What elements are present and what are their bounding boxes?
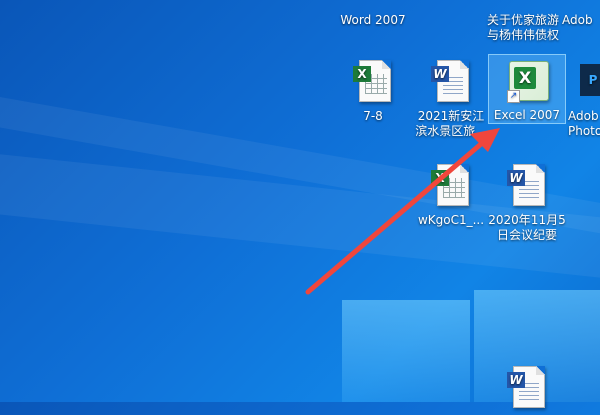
word-doc-icon: W xyxy=(503,364,551,412)
photoshop-app-icon: P xyxy=(576,58,600,106)
desktop-icon-xinanjiang-doc[interactable]: W 2021新安江滨水景区旅... xyxy=(412,56,490,139)
desktop-icon-youjia-doc[interactable]: 关于优家旅游与杨伟伟债权 xyxy=(484,0,562,43)
desktop-icon-photoshop[interactable]: P Adob Photo xyxy=(568,56,600,139)
word-doc-icon: W xyxy=(503,162,551,210)
desktop-icon-meeting-doc[interactable]: W 2020年11月5日会议纪要 xyxy=(488,160,566,243)
excel-doc-icon: X xyxy=(427,162,475,210)
desktop-icon-7-8[interactable]: X 7-8 xyxy=(334,56,412,124)
desktop-icon-excel-2007[interactable]: X ↗ Excel 2007 xyxy=(488,54,566,124)
desktop-icon-adobe[interactable]: Adob xyxy=(562,0,600,28)
excel-doc-icon: X xyxy=(349,58,397,106)
word-app-icon xyxy=(349,0,397,10)
desktop-icon-wkgoc[interactable]: X wKgoC1_... xyxy=(412,160,490,228)
windows-logo-pane xyxy=(342,300,470,402)
adobe-app-icon xyxy=(568,0,600,10)
desktop-icon-bottom-doc[interactable]: W xyxy=(488,362,566,415)
word-doc-icon: W xyxy=(427,58,475,106)
desktop-icon-word-2007[interactable]: Word 2007 xyxy=(334,0,412,27)
word-doc-icon xyxy=(499,0,547,10)
excel-app-icon: X ↗ xyxy=(503,57,551,105)
shortcut-arrow-icon: ↗ xyxy=(507,90,520,103)
